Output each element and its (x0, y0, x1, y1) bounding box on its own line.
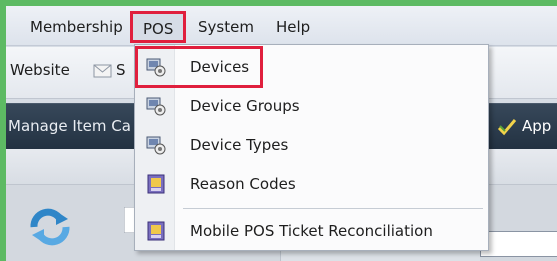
search-field[interactable] (480, 231, 557, 257)
device-icon (146, 97, 166, 116)
approve-label: App (522, 117, 552, 135)
menu-system[interactable]: System (194, 14, 258, 40)
devices-highlight-box (135, 46, 263, 88)
register-icon (147, 221, 165, 241)
refresh-icon[interactable] (24, 205, 76, 249)
menu-item-label: Reason Codes (190, 175, 296, 193)
menu-item-device-types[interactable]: Device Types (135, 126, 488, 164)
menu-item-label: Device Types (190, 136, 289, 154)
menu-membership[interactable]: Membership (26, 14, 127, 40)
menu-bar: Membership POS System Help (6, 6, 557, 46)
menu-item-mobile-pos-ticket-reconciliation[interactable]: Mobile POS Ticket Reconciliation (135, 212, 488, 250)
toolbar-truncated-item[interactable]: S (116, 61, 126, 79)
pencil-check-icon (497, 119, 517, 136)
menu-pos[interactable]: POS (130, 11, 187, 43)
menu-item-label: Mobile POS Ticket Reconciliation (190, 222, 433, 240)
envelope-icon[interactable] (92, 61, 114, 81)
menu-separator (183, 208, 483, 209)
menu-item-reason-codes[interactable]: Reason Codes (135, 165, 488, 203)
register-icon (147, 174, 165, 194)
manage-item-tab[interactable]: Manage Item Ca (8, 117, 131, 135)
menu-help[interactable]: Help (272, 14, 314, 40)
device-icon (146, 136, 166, 155)
approve-button[interactable]: App (496, 116, 551, 136)
app-window: Membership POS System Help Website S Man… (6, 6, 557, 261)
pos-dropdown-menu: Devices Device Groups Device Types Reaso… (134, 44, 489, 251)
menu-item-device-groups[interactable]: Device Groups (135, 87, 488, 125)
menu-item-label: Device Groups (190, 97, 300, 115)
toolbar-website-link[interactable]: Website (10, 61, 70, 79)
